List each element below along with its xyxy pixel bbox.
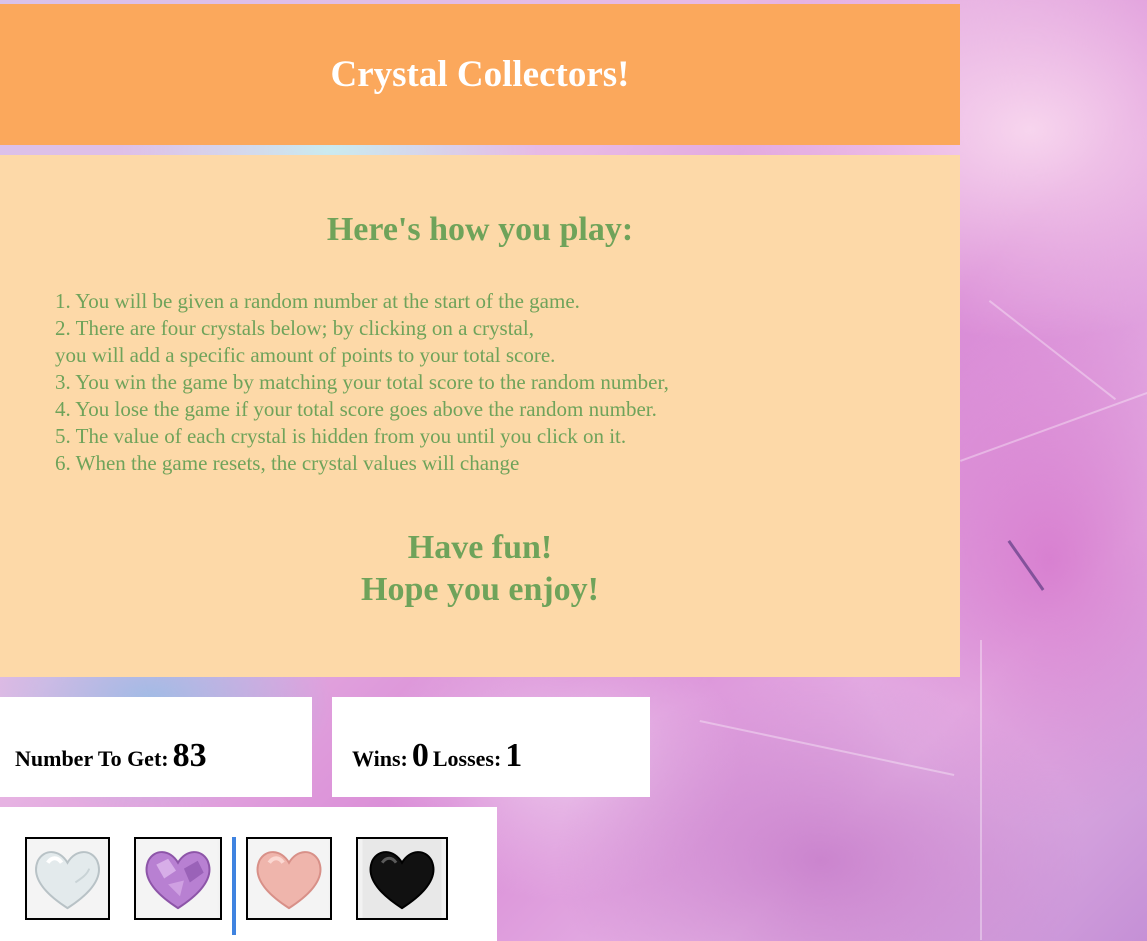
header-banner: Crystal Collectors!	[0, 4, 960, 145]
background-facet	[1007, 540, 1045, 591]
background-facet	[988, 300, 1117, 401]
background-facet	[960, 391, 1147, 462]
rule-item: 2. There are four crystals below; by cli…	[55, 316, 534, 340]
crystal-divider	[232, 837, 236, 935]
rule-item: you will add a specific amount of points…	[55, 343, 556, 367]
rule-item: 1. You will be given a random number at …	[55, 289, 580, 313]
obsidian-heart-icon	[362, 839, 442, 918]
have-fun-message: Have fun! Hope you enjoy!	[0, 527, 960, 611]
rule-item: 5. The value of each crystal is hidden f…	[55, 424, 627, 448]
wins-label: Wins:	[352, 746, 408, 771]
clear-quartz-heart-icon	[28, 839, 107, 918]
rule-item: 3. You win the game by matching your tot…	[55, 370, 669, 394]
target-number-box: Number To Get: 83	[0, 697, 312, 797]
enjoy-line: Hope you enjoy!	[361, 571, 599, 608]
target-number: 83	[172, 737, 207, 774]
rose-quartz-heart-icon	[249, 839, 329, 918]
rule-item: 4. You lose the game if your total score…	[55, 397, 657, 421]
losses-label: Losses:	[432, 746, 502, 771]
instructions-heading: Here's how you play:	[326, 211, 634, 248]
obsidian-crystal-button[interactable]	[356, 837, 448, 920]
amethyst-crystal-button[interactable]	[134, 837, 222, 920]
losses-count: 1	[505, 737, 523, 774]
background-facet	[980, 640, 982, 940]
wins-count: 0	[411, 737, 429, 774]
amethyst-heart-icon	[138, 839, 218, 918]
background-facet	[699, 720, 955, 777]
rule-item: 6. When the game resets, the crystal val…	[55, 451, 520, 475]
crystal-panel	[0, 807, 497, 941]
have-fun-line: Have fun!	[407, 529, 553, 566]
scoreboard-box: Wins: 0 Losses: 1	[332, 697, 650, 797]
clear-quartz-crystal-button[interactable]	[25, 837, 110, 920]
page-title: Crystal Collectors!	[330, 54, 630, 95]
target-label: Number To Get:	[15, 746, 169, 771]
instructions-panel: Here's how you play: 1. You will be give…	[0, 155, 960, 677]
rose-quartz-crystal-button[interactable]	[246, 837, 332, 920]
rules-list: 1. You will be given a random number at …	[55, 288, 669, 477]
